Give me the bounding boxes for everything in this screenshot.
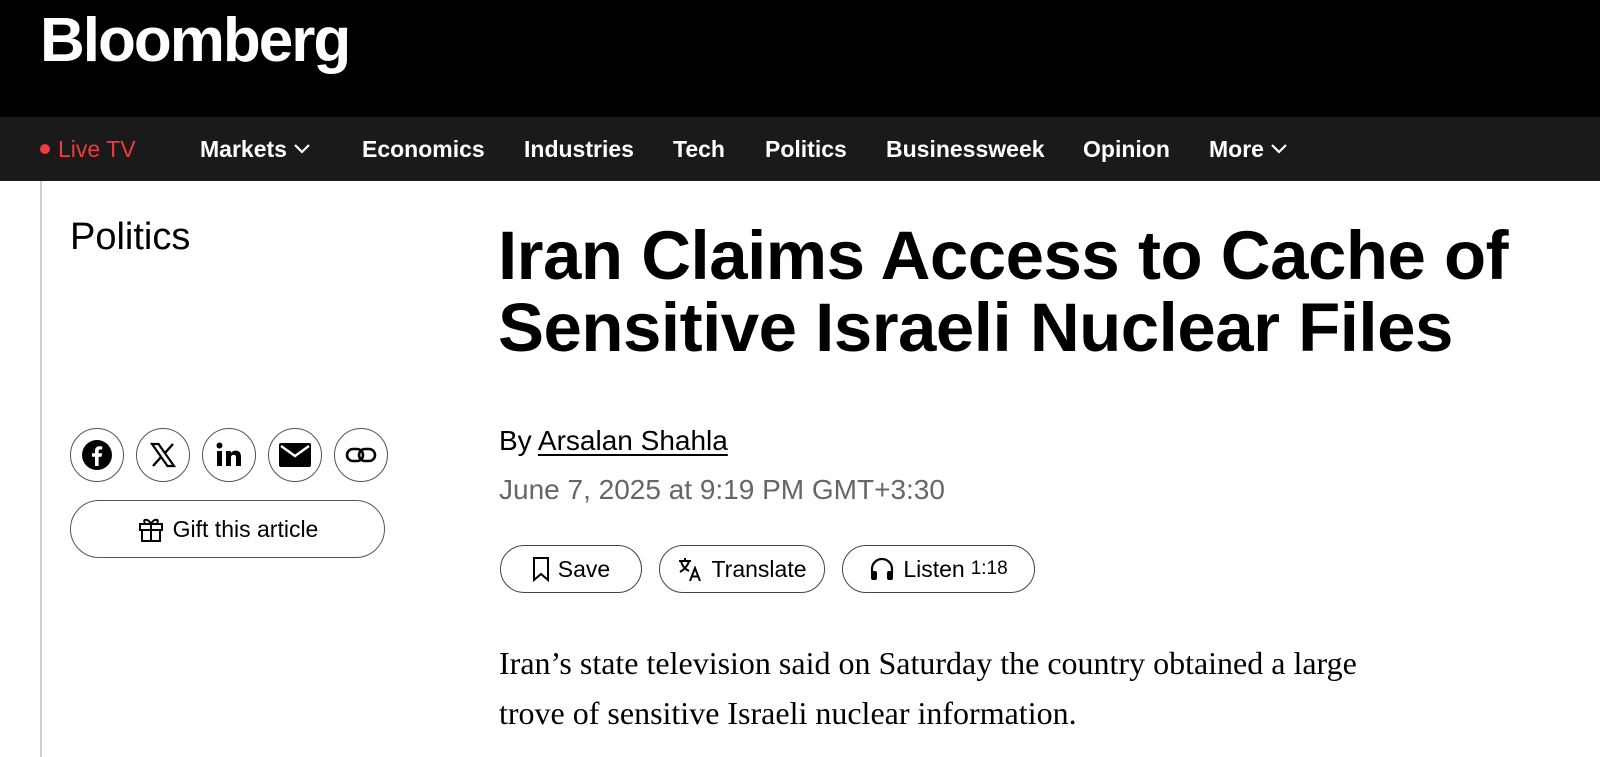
headphones-icon: [871, 557, 894, 580]
nav-industries[interactable]: Industries: [524, 117, 634, 181]
chevron-down-icon: [294, 144, 310, 154]
lede-line-2: trove of sensitive Israeli nuclear infor…: [499, 695, 1077, 731]
headline-line-1: Iran Claims Access to Cache of: [498, 217, 1509, 294]
publish-date: June 7, 2025 at 9:19 PM GMT+3:30: [499, 474, 945, 505]
author-link[interactable]: Arsalan Shahla: [538, 425, 728, 456]
link-icon: [345, 447, 377, 463]
share-x-button[interactable]: [136, 428, 190, 482]
left-divider: [40, 181, 42, 757]
save-label: Save: [557, 555, 611, 582]
nav-opinion[interactable]: Opinion: [1083, 117, 1170, 181]
email-icon: [279, 443, 311, 467]
headline-line-2: Sensitive Israeli Nuclear Files: [498, 289, 1453, 366]
nav-more[interactable]: More: [1209, 117, 1288, 181]
chevron-down-icon: [1271, 144, 1287, 154]
gift-article-label: Gift this article: [172, 515, 319, 542]
translate-button[interactable]: Translate: [659, 545, 825, 593]
gift-icon: [138, 518, 163, 542]
bloomberg-logo[interactable]: Bloomberg: [40, 10, 351, 72]
listen-button[interactable]: Listen 1:18: [842, 545, 1035, 593]
top-header: Bloomberg: [0, 0, 1600, 117]
article-lede: Iran’s state television said on Saturday…: [499, 638, 1549, 738]
listen-duration: 1:18: [970, 558, 1008, 579]
x-icon: [149, 442, 177, 468]
nav-markets[interactable]: Markets: [200, 117, 311, 181]
lede-line-1: Iran’s state television said on Saturday…: [499, 645, 1357, 681]
article-headline: Iran Claims Access to Cache of Sensitive…: [498, 220, 1588, 364]
copy-link-button[interactable]: [334, 428, 388, 482]
translate-label: Translate: [711, 555, 807, 582]
facebook-icon: [82, 440, 112, 470]
bookmark-icon: [532, 557, 549, 582]
linkedin-icon: [216, 442, 241, 466]
nav-markets-label: Markets: [200, 136, 287, 162]
nav-live-tv[interactable]: Live TV: [40, 117, 136, 181]
section-label[interactable]: Politics: [70, 218, 190, 256]
gift-article-button[interactable]: Gift this article: [70, 500, 385, 558]
main-nav: Live TV Markets Economics Industries Tec…: [0, 117, 1600, 181]
byline: By Arsalan Shahla: [499, 424, 728, 458]
nav-economics[interactable]: Economics: [362, 117, 485, 181]
share-linkedin-button[interactable]: [202, 428, 256, 482]
nav-tech[interactable]: Tech: [673, 117, 725, 181]
byline-prefix: By: [499, 425, 532, 456]
nav-live-tv-label: Live TV: [58, 136, 136, 162]
nav-more-label: More: [1209, 136, 1264, 162]
translate-icon: [679, 558, 702, 582]
save-button[interactable]: Save: [500, 545, 642, 593]
live-dot-icon: [40, 144, 50, 155]
share-facebook-button[interactable]: [70, 428, 124, 482]
nav-politics[interactable]: Politics: [765, 117, 847, 181]
listen-label: Listen: [903, 555, 965, 582]
nav-businessweek[interactable]: Businessweek: [886, 117, 1045, 181]
share-email-button[interactable]: [268, 428, 322, 482]
